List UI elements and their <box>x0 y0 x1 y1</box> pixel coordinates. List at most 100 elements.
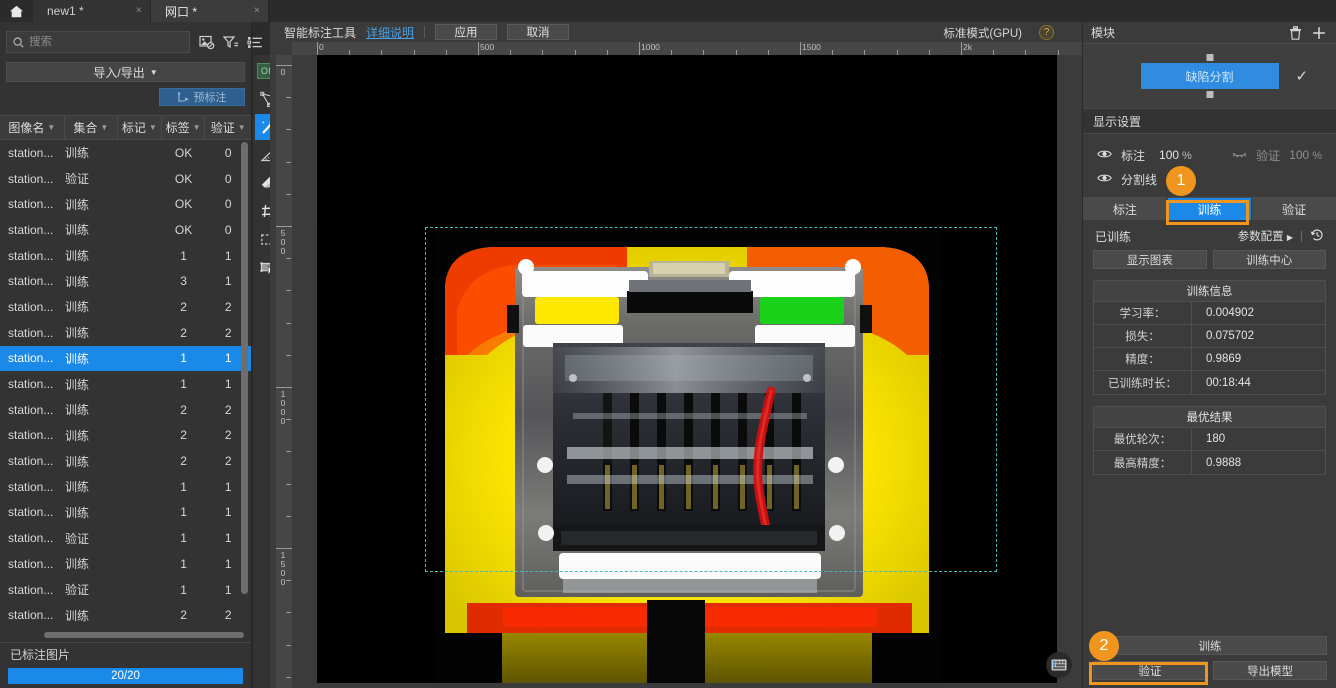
table-row[interactable]: station... 训练 OK 0 <box>0 191 251 217</box>
ruler-tick <box>276 226 292 227</box>
cell-label: OK <box>174 197 193 212</box>
table-row[interactable]: station... 训练 1 1 <box>0 371 251 397</box>
export-model-button[interactable]: 导出模型 <box>1213 661 1327 680</box>
tab-validate[interactable]: 验证 <box>1252 198 1336 220</box>
table-row[interactable]: station... 验证 1 1 <box>0 577 251 603</box>
table-row[interactable]: station... 训练 2 2 <box>0 294 251 320</box>
table-row[interactable]: station... 验证 OK 0 <box>0 166 251 192</box>
table-row[interactable]: station... 训练 2 2 <box>0 602 251 628</box>
annotation-opacity[interactable]: 100% <box>1159 148 1192 162</box>
home-button[interactable] <box>0 0 33 22</box>
column-header-name[interactable]: 图像名 ▼ <box>0 116 65 139</box>
ruler-tick <box>286 129 291 131</box>
annotation-label: 标注 <box>1121 148 1146 163</box>
cell-label: 1 <box>180 556 187 571</box>
canvas-area: 智能标注工具 详细说明 应用 取消 标准模式(GPU) ? 0 500 1000 15… <box>270 22 1082 688</box>
cell-set: 训练 <box>64 326 89 341</box>
table-row[interactable]: station... 训练 1 1 <box>0 474 251 500</box>
annotated-image[interactable] <box>317 55 1057 683</box>
history-icon[interactable] <box>1310 228 1324 245</box>
table-row[interactable]: station... 训练 3 1 <box>0 268 251 294</box>
param-config-link[interactable]: 参数配置 ▶ <box>1238 228 1293 244</box>
tab-train[interactable]: 训练 <box>1167 198 1253 220</box>
detail-description-link[interactable]: 详细说明 <box>366 24 414 41</box>
training-action-buttons: 显示图表 训练中心 <box>1083 248 1336 269</box>
validate-opacity[interactable]: 100% <box>1289 148 1322 162</box>
node-port-bottom[interactable] <box>1206 91 1213 98</box>
ruler-tick <box>286 322 291 324</box>
column-header-mark[interactable]: 标记 ▼ <box>118 116 162 139</box>
ruler-tick <box>286 290 291 292</box>
eye-icon[interactable] <box>1097 148 1112 162</box>
import-export-label: 导入/导出 <box>93 65 145 80</box>
funnel-filter-icon[interactable] <box>222 34 239 51</box>
cell-image-name: station... <box>8 454 54 469</box>
column-header-set[interactable]: 集合 ▼ <box>65 116 118 139</box>
cell-image-name: station... <box>8 479 54 494</box>
table-row[interactable]: station... 训练 2 2 <box>0 448 251 474</box>
trash-icon[interactable] <box>1286 24 1304 42</box>
cell-image-name: station... <box>8 274 54 289</box>
tab-wangkou[interactable]: 网口 * × <box>151 0 269 22</box>
plus-icon[interactable] <box>1310 24 1328 42</box>
table-row[interactable]: station... 训练 1 1 <box>0 551 251 577</box>
cell-set: 训练 <box>64 300 89 315</box>
table-row[interactable]: station... 训练 1 1 <box>0 243 251 269</box>
image-filter-icon[interactable] <box>198 34 215 51</box>
column-header-verify[interactable]: 验证 ▼ <box>205 116 251 139</box>
table-row[interactable]: station... 验证 1 1 <box>0 525 251 551</box>
table-row[interactable]: station... 训练 1 1 <box>0 345 251 372</box>
table-row[interactable]: station... 训练 2 2 <box>0 423 251 449</box>
cell-set: 训练 <box>64 454 89 469</box>
info-value: 0.9869 <box>1206 353 1242 365</box>
table-row[interactable]: station... 训练 2 2 <box>0 320 251 346</box>
eye-closed-icon[interactable] <box>1232 148 1247 162</box>
defect-segmentation-node[interactable]: 缺陷分割 <box>1140 54 1279 98</box>
tab-new1[interactable]: new1 * × <box>33 0 151 22</box>
vertical-ruler: 0500100015002 <box>276 55 292 688</box>
search-input[interactable] <box>29 36 183 48</box>
node-port-top[interactable] <box>1206 54 1213 61</box>
table-row: 已训练时长： 00:18:44 <box>1094 371 1325 394</box>
table-row[interactable]: station... 训练 1 1 <box>0 500 251 526</box>
list-view-icon[interactable] <box>246 34 263 51</box>
training-center-button[interactable]: 训练中心 <box>1212 250 1326 269</box>
canvas-viewport[interactable] <box>292 55 1082 688</box>
module-node-area: 缺陷分割 ✓ <box>1083 44 1336 108</box>
cell-image-name: station... <box>8 531 54 546</box>
ruler-tick <box>286 580 291 582</box>
table-row[interactable]: station... 训练 OK 0 <box>0 140 251 166</box>
table-horizontal-scrollbar[interactable] <box>44 632 244 638</box>
cancel-button[interactable]: 取消 <box>507 24 570 40</box>
table-row[interactable]: station... 训练 OK 0 <box>0 217 251 243</box>
pre-label-button[interactable]: 预标注 <box>159 88 245 106</box>
eye-icon[interactable] <box>1097 172 1112 186</box>
table-row: 最优轮次： 180 <box>1094 428 1325 451</box>
column-header-label[interactable]: 标签 ▼ <box>162 116 206 139</box>
tab-annotate[interactable]: 标注 <box>1083 198 1168 220</box>
tab-close-icon[interactable]: × <box>254 5 260 17</box>
horizontal-ruler: 0500100015002k25 <box>292 42 1082 55</box>
tab-close-icon[interactable]: × <box>136 5 142 17</box>
validate-button[interactable]: 验证 <box>1093 661 1207 680</box>
help-icon[interactable]: ? <box>1039 25 1054 40</box>
info-value: 0.9888 <box>1206 456 1242 469</box>
cell-image-name: station... <box>8 608 54 623</box>
cell-set: 训练 <box>64 146 89 161</box>
callout-1: 1 <box>1166 166 1196 196</box>
search-box[interactable] <box>6 31 190 53</box>
train-button[interactable]: 训练 <box>1093 636 1327 655</box>
apply-button[interactable]: 应用 <box>435 24 498 40</box>
table-row[interactable]: station... 训练 2 2 <box>0 397 251 423</box>
keyboard-shortcut-icon[interactable] <box>1046 652 1072 678</box>
cell-set: 训练 <box>64 428 89 443</box>
cell-image-name: station... <box>8 582 54 597</box>
trained-status-row: 已训练 参数配置 ▶ <box>1083 224 1336 248</box>
ruler-tick <box>286 193 291 195</box>
cell-set: 训练 <box>64 505 89 520</box>
node-check-icon[interactable]: ✓ <box>1296 67 1309 85</box>
table-vertical-scrollbar[interactable] <box>241 142 248 594</box>
ruler-label: 1500 <box>802 42 821 52</box>
import-export-dropdown[interactable]: 导入/导出 ▼ <box>6 62 245 82</box>
show-chart-button[interactable]: 显示图表 <box>1093 250 1207 269</box>
